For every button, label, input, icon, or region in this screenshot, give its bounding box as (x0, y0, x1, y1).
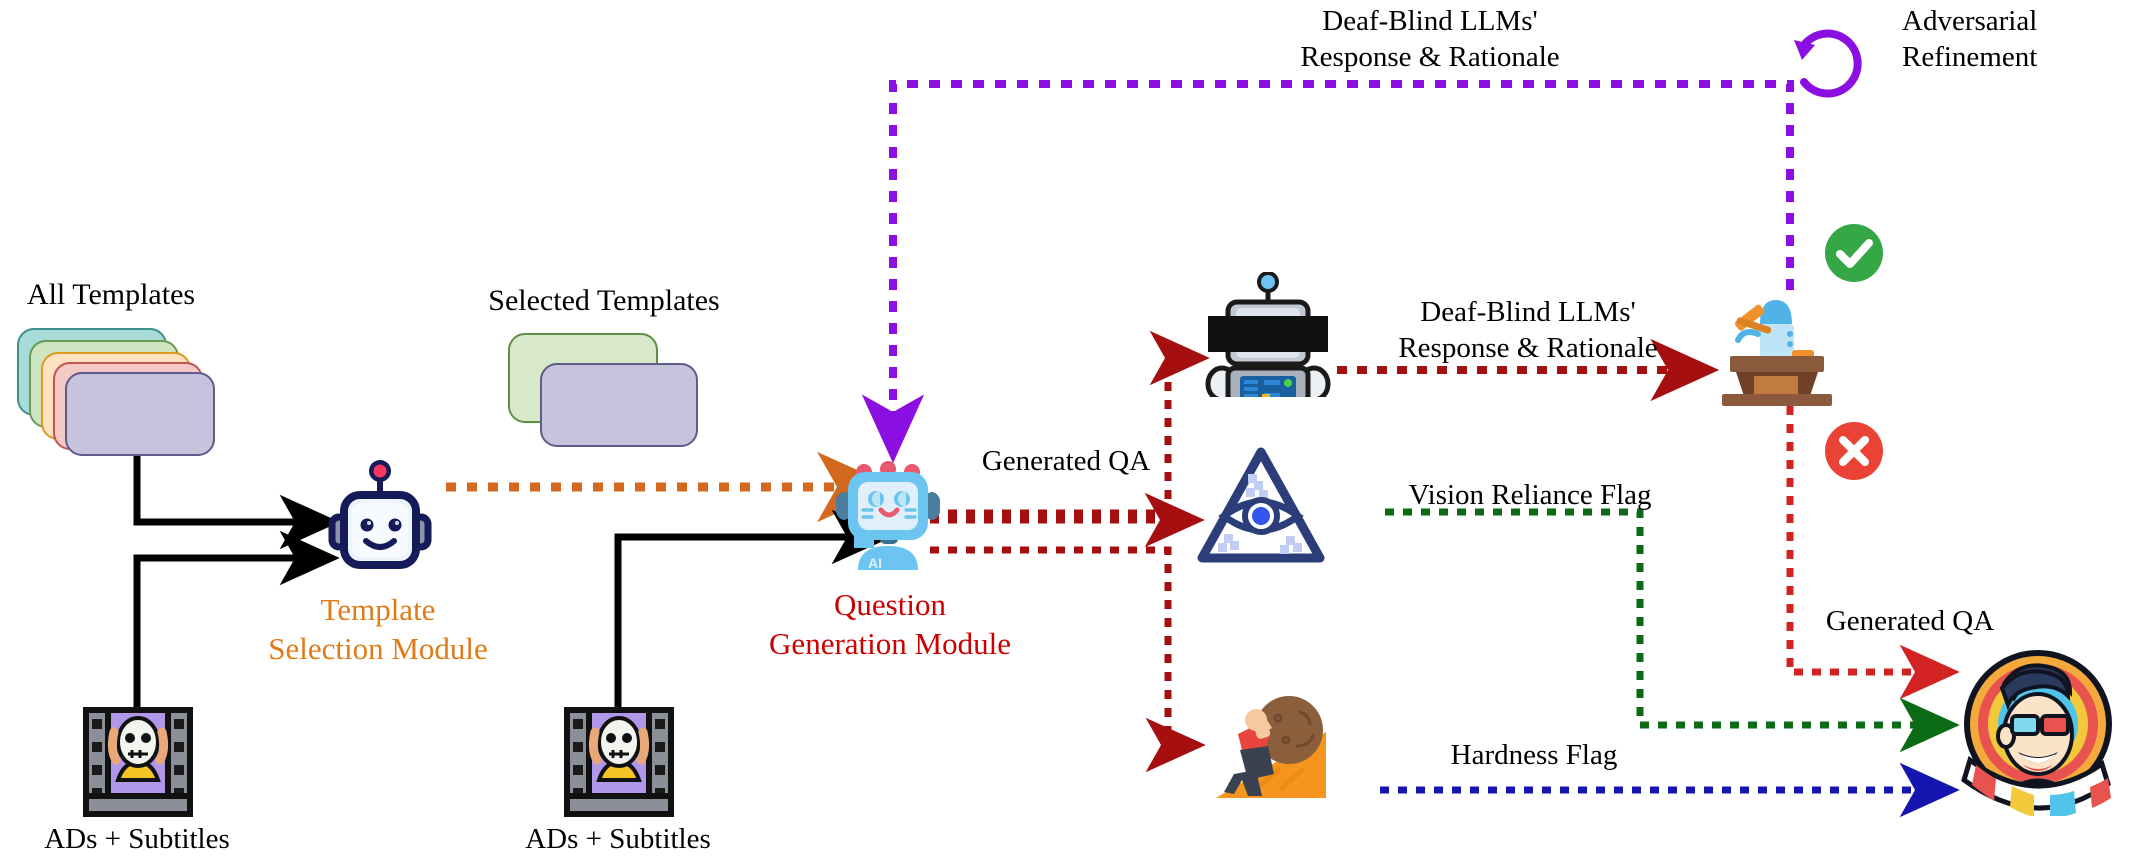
label-all-templates: All Templates (26, 278, 196, 311)
label-selected-templates: Selected Templates (488, 284, 720, 317)
judge-podium-icon (1722, 300, 1832, 406)
label-generated-qa-right: Generated QA (1825, 605, 1995, 637)
robot-face-icon (328, 460, 432, 569)
label-question-generation-line1: Question (834, 587, 946, 622)
edges-layer (133, 80, 1960, 818)
selected-templates-stack (508, 333, 698, 447)
film-frame-icon (564, 707, 674, 817)
ai-badge-label: AI (868, 555, 882, 571)
circular-arrow-icon (1794, 29, 1862, 98)
label-question-generation-line2: Generation Module (769, 626, 1011, 661)
boulder-push-icon (1216, 695, 1326, 798)
label-adversarial-refinement-line1: Adversarial (1902, 5, 2038, 37)
blindfolded-robot-icon (1205, 272, 1331, 397)
film-frame-icon (83, 707, 193, 817)
label-ads-subtitles-right: ADs + Subtitles (525, 823, 711, 855)
label-deaf-blind-mid-line1: Deaf-Blind LLMs' (1420, 296, 1636, 328)
label-generated-qa-center: Generated QA (981, 445, 1151, 477)
template-card-purple (65, 372, 215, 456)
cross-circle-icon (1825, 422, 1883, 480)
diagram-canvas: All Templates Selected Templates Templat… (0, 0, 2137, 855)
label-adversarial-refinement-line2: Refinement (1902, 41, 2038, 73)
cinema-mascot-icon (1961, 650, 2112, 816)
edge-judge-to-generator-feedback (861, 80, 1794, 464)
all-templates-stack (17, 328, 215, 456)
label-deaf-blind-top-line1: Deaf-Blind LLMs' (1322, 5, 1538, 37)
label-template-selection-line1: Template (320, 592, 436, 627)
all-seeing-eye-icon (1197, 447, 1325, 563)
selected-card-purple (540, 363, 698, 447)
label-deaf-blind-mid-line2: Response & Rationale (1398, 332, 1658, 364)
label-deaf-blind-top-line2: Response & Rationale (1300, 41, 1560, 73)
check-circle-icon (1825, 224, 1883, 282)
label-hardness-flag: Hardness Flag (1450, 739, 1618, 771)
label-ads-subtitles-left: ADs + Subtitles (44, 823, 230, 855)
edge-generator-to-blind-llm (930, 330, 1210, 517)
label-template-selection-line2: Selection Module (268, 631, 488, 666)
ai-robot-icon: AI (836, 461, 940, 571)
label-vision-reliance-flag: Vision Reliance Flag (1408, 479, 1652, 511)
